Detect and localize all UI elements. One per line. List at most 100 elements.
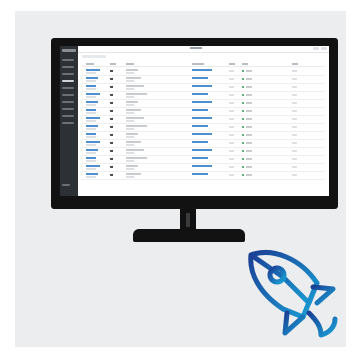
table-cell bbox=[126, 165, 138, 167]
table-cell bbox=[126, 173, 141, 175]
table-cell bbox=[292, 166, 297, 168]
sidebar-item bbox=[62, 108, 74, 110]
table-cell bbox=[86, 117, 100, 119]
table-row bbox=[82, 164, 325, 172]
sidebar-item bbox=[62, 122, 74, 124]
table-cell bbox=[292, 134, 297, 136]
table-cell bbox=[86, 165, 100, 167]
app-title bbox=[190, 47, 202, 49]
column-header bbox=[229, 63, 235, 65]
table-cell bbox=[192, 77, 208, 79]
table-cell bbox=[192, 101, 212, 103]
table-cell bbox=[126, 101, 138, 103]
monitor-icon bbox=[51, 38, 338, 209]
table-cell bbox=[126, 149, 144, 151]
table-cell bbox=[86, 101, 98, 103]
table-cell bbox=[110, 86, 113, 88]
table-cell bbox=[86, 149, 98, 151]
table-cell bbox=[110, 166, 113, 168]
table-cell bbox=[242, 166, 244, 168]
table-cell bbox=[110, 158, 113, 160]
table-row bbox=[82, 84, 325, 92]
table-cell bbox=[86, 120, 96, 122]
table-cell bbox=[126, 128, 134, 130]
table-cell bbox=[192, 173, 208, 175]
table-row bbox=[82, 124, 325, 132]
table-cell bbox=[229, 78, 234, 80]
table-cell bbox=[292, 150, 297, 152]
table-cell bbox=[110, 142, 113, 144]
monitor-screen bbox=[60, 46, 329, 196]
table-cell bbox=[86, 85, 96, 87]
column-header bbox=[86, 63, 94, 65]
table-cell bbox=[126, 120, 134, 122]
table-cell bbox=[126, 133, 138, 135]
table-cell bbox=[126, 88, 134, 90]
table-cell bbox=[192, 125, 208, 127]
table-cell bbox=[86, 133, 96, 135]
table-cell bbox=[242, 86, 244, 88]
app-main bbox=[78, 46, 329, 196]
sidebar-item bbox=[62, 101, 74, 103]
table-cell bbox=[229, 70, 234, 72]
table-cell bbox=[292, 142, 297, 144]
table-cell bbox=[242, 110, 244, 112]
sidebar-item bbox=[62, 73, 74, 75]
table-cell bbox=[229, 102, 234, 104]
table-cell bbox=[192, 109, 208, 111]
table-cell bbox=[229, 118, 234, 120]
table-cell bbox=[242, 70, 244, 72]
table-cell bbox=[126, 144, 134, 146]
table-cell bbox=[86, 80, 96, 82]
table-cell bbox=[126, 104, 134, 106]
table-cell bbox=[242, 134, 244, 136]
table-cell bbox=[246, 166, 252, 168]
column-header bbox=[192, 63, 204, 65]
table-cell bbox=[126, 141, 141, 143]
table-cell bbox=[86, 77, 98, 79]
table-cell bbox=[86, 141, 100, 143]
table-cell bbox=[110, 70, 113, 72]
table-cell bbox=[126, 85, 144, 87]
table-cell bbox=[246, 174, 252, 176]
table-row bbox=[82, 92, 325, 100]
table-cell bbox=[242, 118, 244, 120]
table-cell bbox=[86, 136, 96, 138]
app-sidebar bbox=[60, 46, 78, 196]
table-cell bbox=[246, 158, 252, 160]
column-header bbox=[110, 63, 116, 65]
table-cell bbox=[229, 174, 234, 176]
table-cell bbox=[110, 134, 113, 136]
table-cell bbox=[292, 86, 297, 88]
app-topbar bbox=[78, 46, 329, 53]
sidebar-footer bbox=[62, 184, 70, 186]
column-header bbox=[126, 63, 134, 65]
table-cell bbox=[126, 152, 134, 154]
table-cell bbox=[86, 69, 100, 71]
table-row bbox=[82, 148, 325, 156]
table-cell bbox=[292, 174, 297, 176]
table-cell bbox=[292, 126, 297, 128]
table-cell bbox=[292, 158, 297, 160]
table-cell bbox=[246, 70, 252, 72]
table-cell bbox=[242, 174, 244, 176]
sidebar-item bbox=[62, 94, 74, 96]
table-cell bbox=[229, 94, 234, 96]
table-cell bbox=[246, 126, 252, 128]
illustration-card bbox=[15, 11, 346, 347]
rocket-icon bbox=[248, 250, 338, 338]
table-cell bbox=[242, 94, 244, 96]
table-cell bbox=[192, 141, 208, 143]
table-cell bbox=[292, 118, 297, 120]
table-cell bbox=[86, 160, 96, 162]
table-cell bbox=[86, 176, 96, 178]
table-cell bbox=[292, 70, 297, 72]
table-cell bbox=[110, 110, 113, 112]
table-cell bbox=[229, 150, 234, 152]
table-cell bbox=[126, 72, 134, 74]
table-cell bbox=[86, 152, 96, 154]
table-row bbox=[82, 132, 325, 140]
sidebar-item bbox=[62, 66, 74, 68]
table-cell bbox=[126, 168, 134, 170]
table-cell bbox=[126, 69, 138, 71]
